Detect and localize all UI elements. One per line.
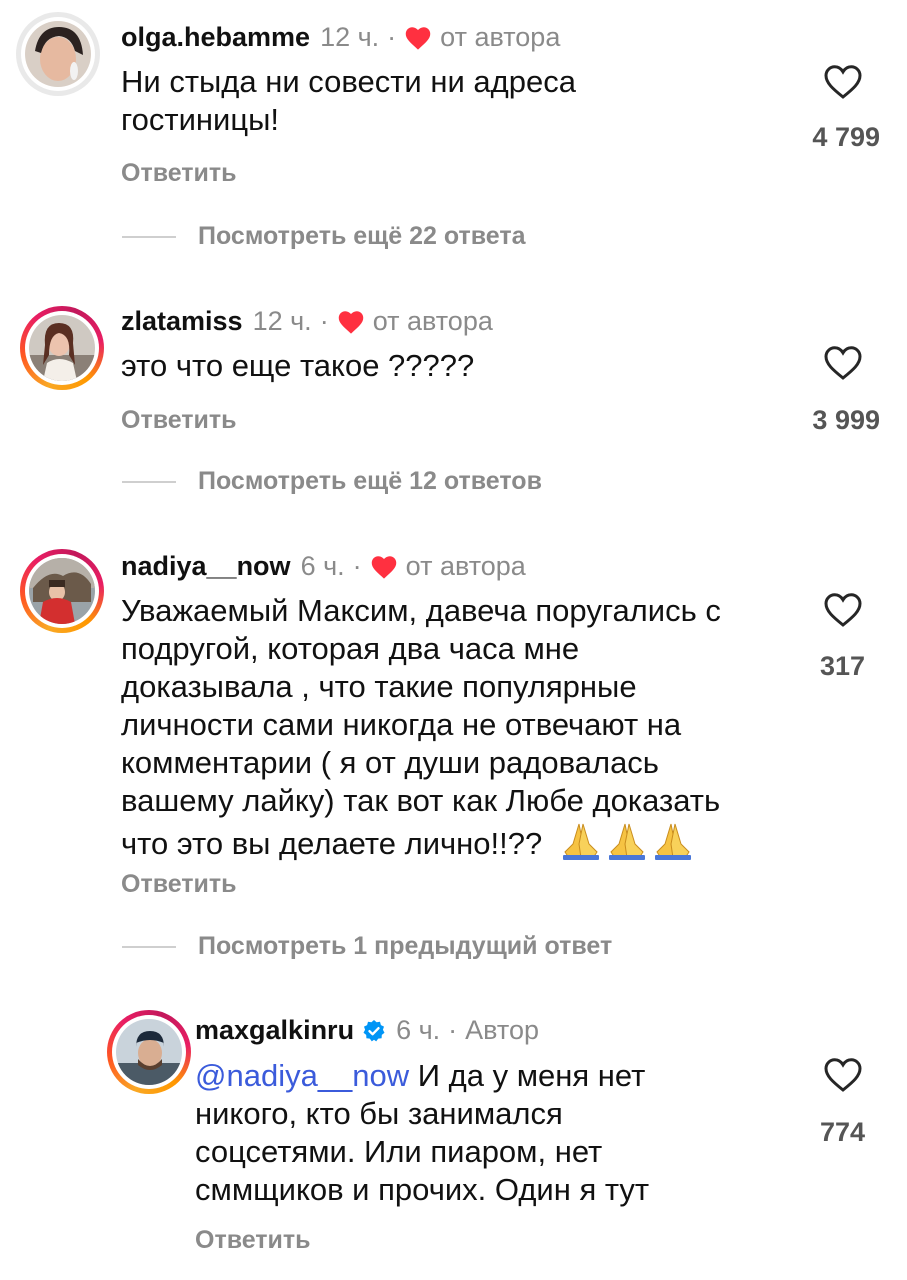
comment-time: 6 ч. — [300, 551, 345, 581]
comment-text-first-line: @nadiya__now И да у меня нет — [195, 1057, 755, 1095]
username-link[interactable]: zlatamiss — [121, 306, 243, 337]
reply-button[interactable]: Ответить — [121, 406, 237, 435]
avatar[interactable] — [16, 12, 100, 96]
avatar[interactable] — [20, 549, 104, 633]
username-link[interactable]: maxgalkinru — [195, 1015, 354, 1046]
view-more-replies[interactable]: Посмотреть ещё 22 ответа — [122, 222, 526, 251]
comment-text: это что еще такое ????? — [121, 348, 475, 383]
mention-link[interactable]: @nadiya__now — [195, 1058, 409, 1093]
comment-text-line: доказывала , что такие популярные — [121, 669, 637, 704]
divider-line — [122, 945, 176, 948]
comment-text: @nadiya__now И да у меня нет никого, кто… — [195, 1057, 755, 1209]
comment-text-line: личности сами никогда не отвечают на — [121, 707, 682, 742]
like-count: 774 — [819, 1117, 865, 1147]
author-heart-icon — [405, 26, 431, 50]
separator: · — [448, 1015, 458, 1045]
like-heart-icon[interactable] — [823, 1057, 863, 1093]
author-like-label: от автора — [372, 306, 493, 336]
divider-line — [122, 235, 176, 238]
view-more-label: Посмотреть ещё 22 ответа — [198, 222, 526, 250]
avatar[interactable] — [107, 1010, 191, 1094]
comment-text-line: соцсетями. Или пиаром, нет — [195, 1134, 603, 1169]
comment-time: 12 ч. — [320, 22, 380, 52]
reply-button[interactable]: Ответить — [121, 870, 237, 899]
comment-time: 12 ч. — [252, 306, 312, 336]
comment-text-line: никого, кто бы занимался — [195, 1096, 563, 1131]
author-like-label: от автора — [440, 22, 561, 52]
view-more-label: Посмотреть 1 предыдущий ответ — [198, 932, 613, 960]
praying-hands-icon — [562, 823, 691, 860]
comment-meta: olga.hebamme 12 ч. · от автора — [121, 22, 560, 53]
author-label: Автор — [465, 1015, 540, 1045]
like-heart-icon[interactable] — [823, 592, 863, 628]
avatar-photo — [25, 21, 91, 87]
like-count: 3 999 — [812, 405, 880, 435]
like-count: 317 — [819, 651, 865, 681]
comment-text-line: Уважаемый Максим, давеча поругались с — [121, 593, 721, 628]
verified-badge-icon — [363, 1019, 385, 1041]
avatar-photo — [116, 1019, 182, 1085]
comment-text-last-line: что это вы делаете лично!!?? — [121, 820, 801, 863]
view-more-label: Посмотреть ещё 12 ответов — [198, 467, 542, 495]
comment-text: Уважаемый Максим, давеча поругались с по… — [121, 592, 801, 863]
separator: · — [387, 22, 397, 52]
comment-meta: maxgalkinru 6 ч. · Автор — [195, 1015, 539, 1046]
comment-time: 6 ч. — [396, 1015, 441, 1045]
comment-text: Ни стыда ни совести ни адреса гостиницы! — [121, 64, 576, 137]
view-previous-reply[interactable]: Посмотреть 1 предыдущий ответ — [122, 932, 612, 961]
avatar-photo — [29, 558, 95, 624]
like-count: 4 799 — [812, 122, 880, 152]
author-like-label: от автора — [405, 551, 526, 581]
comment-text-line: комментарии ( я от души радовалась — [121, 745, 659, 780]
reply-button[interactable]: Ответить — [195, 1226, 311, 1255]
comment-text-line: сммщиков и прочих. Один я тут — [195, 1172, 650, 1207]
separator: · — [319, 306, 329, 336]
avatar-photo — [29, 315, 95, 381]
comment-text-line: И да у меня нет — [409, 1058, 646, 1093]
avatar[interactable] — [20, 306, 104, 390]
like-heart-icon[interactable] — [823, 345, 863, 381]
view-more-replies[interactable]: Посмотреть ещё 12 ответов — [122, 467, 542, 496]
author-heart-icon — [338, 310, 363, 334]
author-heart-icon — [371, 555, 396, 579]
comment-text-line: что это вы делаете лично!!?? — [121, 826, 543, 861]
like-heart-icon[interactable] — [823, 64, 863, 100]
username-link[interactable]: olga.hebamme — [121, 22, 310, 53]
username-link[interactable]: nadiya__now — [121, 551, 291, 582]
divider-line — [122, 480, 176, 483]
comment-meta: zlatamiss 12 ч. · от автора — [121, 306, 493, 337]
comment-text-line: вашему лайку) так вот как Любе доказать — [121, 783, 721, 818]
reply-button[interactable]: Ответить — [121, 159, 237, 188]
comment-text-line: подругой, которая два часа мне — [121, 631, 580, 666]
separator: · — [352, 551, 362, 581]
comment-meta: nadiya__now 6 ч. · от автора — [121, 551, 526, 582]
